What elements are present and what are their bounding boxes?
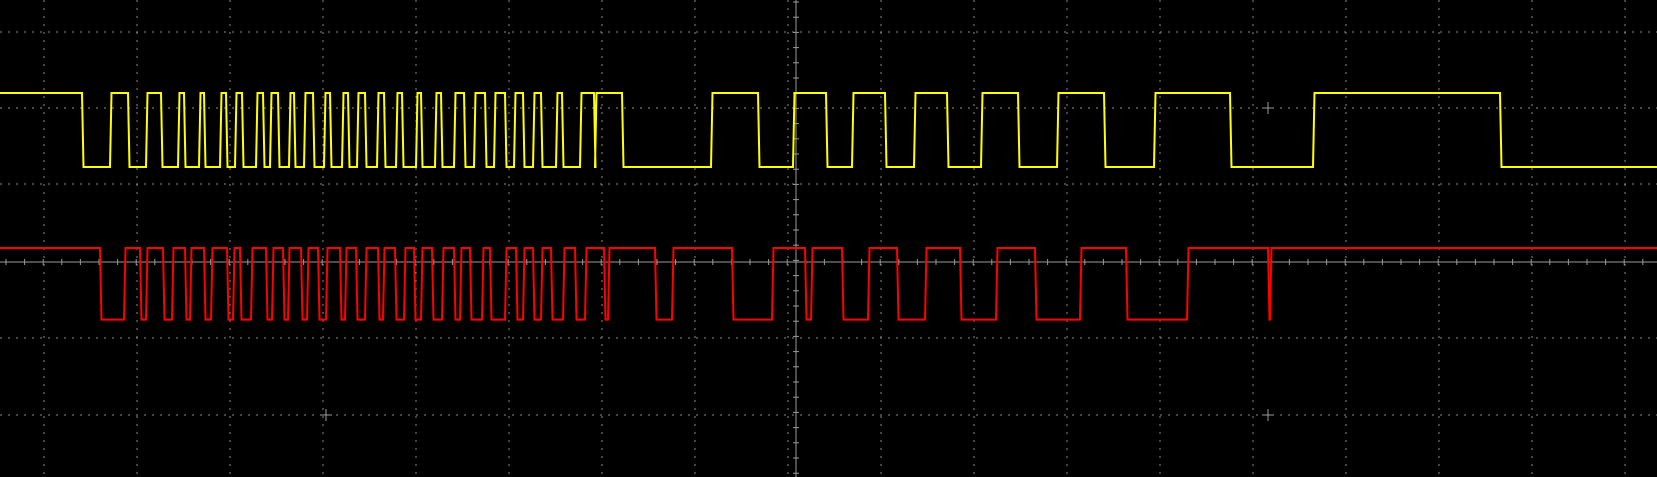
grid-crosshair-marker [1262,102,1274,114]
oscilloscope-display [0,0,1657,477]
oscilloscope-screen [0,0,1657,477]
grid-crosshair-marker [1262,409,1274,421]
grid-crosshair-marker [320,409,332,421]
ch1-trace [0,92,1657,168]
ch2-trace [0,247,1657,321]
graticule-grid [0,0,1657,477]
traces [0,92,1657,321]
